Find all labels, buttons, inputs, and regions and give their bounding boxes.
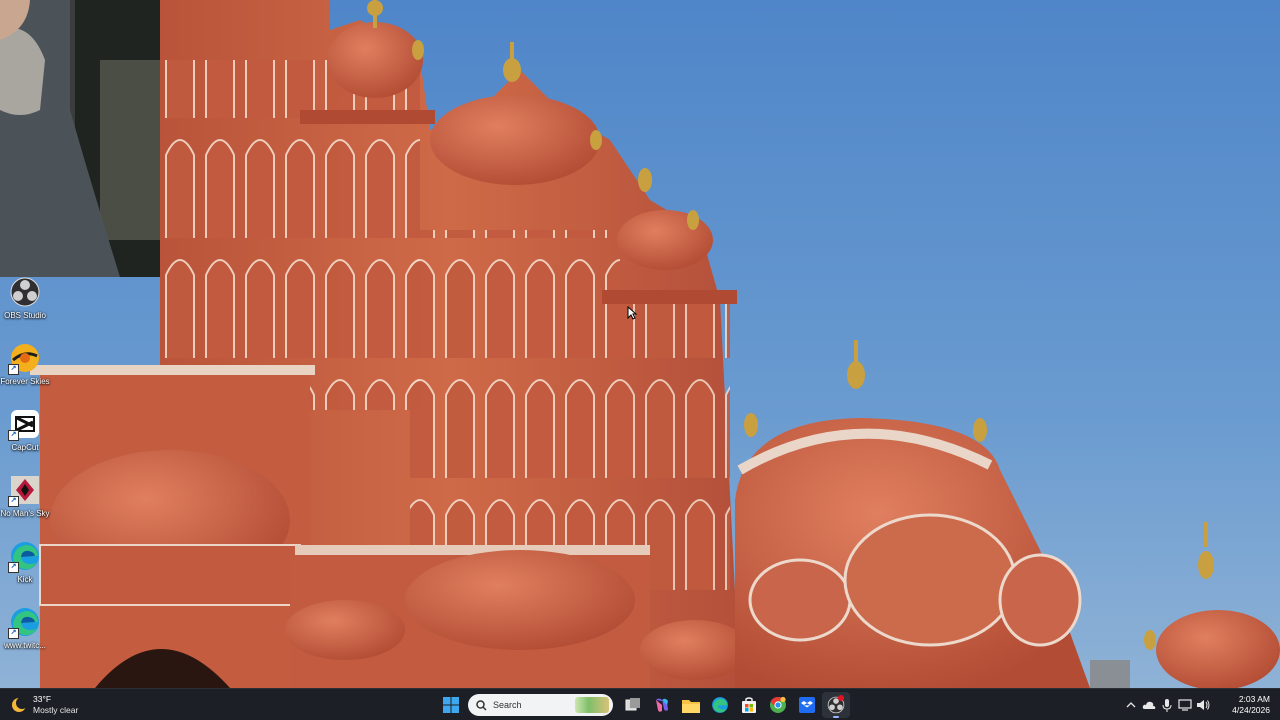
edge-button[interactable] — [706, 692, 734, 718]
shortcut-arrow-icon: ↗ — [8, 430, 19, 441]
desktop-icon-obs-studio[interactable]: OBS Studio — [0, 274, 50, 338]
file-explorer-icon — [682, 699, 700, 713]
weather-condition: Mostly clear — [33, 705, 79, 715]
file-explorer-button[interactable] — [677, 692, 705, 718]
task-view-icon — [625, 698, 640, 711]
recording-indicator — [838, 695, 844, 701]
desktop-icon-label: CapCut — [11, 443, 39, 452]
shortcut-arrow-icon: ↗ — [8, 364, 19, 375]
desktop-icon-capcut[interactable]: ↗ CapCut — [0, 406, 50, 470]
search-highlight-image — [575, 697, 609, 713]
no-mans-sky-icon: ↗ — [8, 474, 41, 507]
desktop-icon-label: Kick — [17, 575, 33, 584]
start-button[interactable] — [437, 692, 465, 718]
desktop-icon-no-mans-sky[interactable]: ↗ No Man's Sky — [0, 472, 50, 536]
copilot-button[interactable] — [648, 692, 676, 718]
shortcut-arrow-icon: ↗ — [8, 628, 19, 639]
show-hidden-icons-chevron-icon[interactable] — [1122, 696, 1140, 714]
shortcut-arrow-icon: ↗ — [8, 496, 19, 507]
desktop-icon-label: Forever Skies — [0, 377, 50, 386]
desktop-icon-label: No Man's Sky — [0, 509, 50, 518]
weather-moon-icon — [12, 697, 28, 712]
task-view-button[interactable] — [619, 692, 647, 718]
store-icon — [742, 697, 756, 713]
desktop-wallpaper — [0, 0, 1280, 688]
edge-icon: ↗ — [8, 606, 41, 639]
store-button[interactable] — [735, 692, 763, 718]
mouse-cursor-icon — [627, 306, 637, 320]
desktop-icon-twitch[interactable]: ↗ www.twitc... — [0, 604, 50, 668]
active-app-indicator — [833, 716, 839, 718]
clock-date: 4/24/2026 — [1232, 705, 1270, 715]
search-placeholder: Search — [493, 700, 522, 710]
obs-icon — [9, 276, 41, 308]
capcut-icon: ↗ — [8, 408, 41, 441]
edge-icon — [712, 697, 728, 713]
webcam-overlay — [0, 0, 160, 277]
desktop-icon-label: OBS Studio — [4, 311, 46, 320]
taskbar: 33°F Mostly clear Search 2:03 AM 4/24/20… — [0, 688, 1280, 720]
onedrive-cloud-icon[interactable] — [1140, 696, 1158, 714]
microphone-icon[interactable] — [1158, 696, 1176, 714]
dropbox-icon — [799, 697, 815, 713]
shortcut-arrow-icon: ↗ — [8, 562, 19, 573]
desktop-icon-kick[interactable]: ↗ Kick — [0, 538, 50, 602]
edge-icon: ↗ — [8, 540, 41, 573]
network-icon[interactable] — [1176, 696, 1194, 714]
clock[interactable]: 2:03 AM 4/24/2026 — [1218, 694, 1270, 716]
copilot-icon — [656, 698, 668, 712]
search-icon — [476, 699, 487, 711]
weather-temp: 33°F — [33, 694, 52, 704]
clock-time: 2:03 AM — [1238, 694, 1270, 704]
volume-icon[interactable] — [1194, 696, 1212, 714]
chrome-icon — [770, 696, 786, 713]
desktop-icon-label: www.twitc... — [4, 641, 46, 650]
forever-skies-icon: ↗ — [8, 342, 41, 375]
taskbar-search-box[interactable]: Search — [468, 694, 613, 716]
chrome-button[interactable] — [764, 692, 792, 718]
dropbox-button[interactable] — [793, 692, 821, 718]
start-icon — [443, 697, 459, 713]
obs-taskbar-button[interactable] — [822, 692, 850, 718]
weather-widget[interactable]: 33°F Mostly clear — [10, 692, 78, 718]
desktop-icon-forever-skies[interactable]: ↗ Forever Skies — [0, 340, 50, 404]
system-tray: 2:03 AM 4/24/2026 — [1122, 689, 1280, 720]
